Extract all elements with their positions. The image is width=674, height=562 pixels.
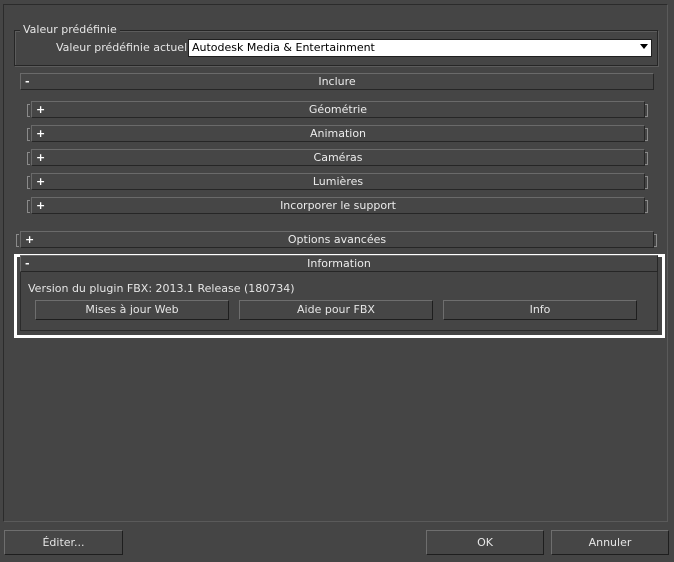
bracket-right	[645, 152, 648, 165]
web-updates-button[interactable]: Mises à jour Web	[35, 300, 229, 320]
rollout-geometry[interactable]: + Géométrie	[31, 101, 645, 118]
rollout-cameras-label: Caméras	[313, 151, 363, 164]
plugin-version-text: Version du plugin FBX: 2013.1 Release (1…	[28, 282, 295, 295]
current-preset-label: Valeur prédéfinie actuelle:	[56, 41, 201, 54]
bracket-left	[16, 234, 19, 247]
bracket-right	[645, 176, 648, 189]
preset-group-title: Valeur prédéfinie	[20, 23, 120, 37]
fbx-export-dialog: Valeur prédéfinie Valeur prédéfinie actu…	[0, 0, 674, 562]
bracket-right	[645, 200, 648, 213]
fbx-help-button[interactable]: Aide pour FBX	[239, 300, 433, 320]
ok-button[interactable]: OK	[426, 530, 544, 555]
bracket-right	[645, 128, 648, 141]
rollout-embed-media[interactable]: + Incorporer le support	[31, 197, 645, 214]
rollout-geometry-label: Géométrie	[308, 103, 368, 116]
bracket-left	[27, 104, 30, 117]
chevron-down-icon[interactable]	[640, 44, 648, 49]
rollout-information[interactable]: - Information	[20, 255, 658, 272]
rollout-embed-media-label: Incorporer le support	[280, 199, 396, 212]
rollout-include-label: Inclure	[318, 75, 356, 88]
rollout-lights-label: Lumières	[312, 175, 364, 188]
rollout-lights[interactable]: + Lumières	[31, 173, 645, 190]
rollout-advanced-options[interactable]: + Options avancées	[20, 231, 654, 248]
bracket-left	[27, 152, 30, 165]
rollout-cameras[interactable]: + Caméras	[31, 149, 645, 166]
bracket-right	[645, 104, 648, 117]
info-button[interactable]: Info	[443, 300, 637, 320]
preset-dropdown[interactable]: Autodesk Media & Entertainment	[188, 39, 652, 57]
rollout-information-label: Information	[307, 257, 371, 270]
bracket-right	[654, 234, 657, 247]
cancel-button[interactable]: Annuler	[551, 530, 669, 555]
preset-dropdown-value: Autodesk Media & Entertainment	[192, 41, 375, 54]
bracket-left	[27, 128, 30, 141]
rollout-advanced-options-label: Options avancées	[287, 233, 387, 246]
rollout-animation-label: Animation	[309, 127, 367, 140]
bracket-left	[27, 176, 30, 189]
rollout-include[interactable]: - Inclure	[20, 73, 654, 90]
rollout-animation[interactable]: + Animation	[31, 125, 645, 142]
bracket-left	[27, 200, 30, 213]
edit-button[interactable]: Éditer...	[4, 530, 123, 555]
